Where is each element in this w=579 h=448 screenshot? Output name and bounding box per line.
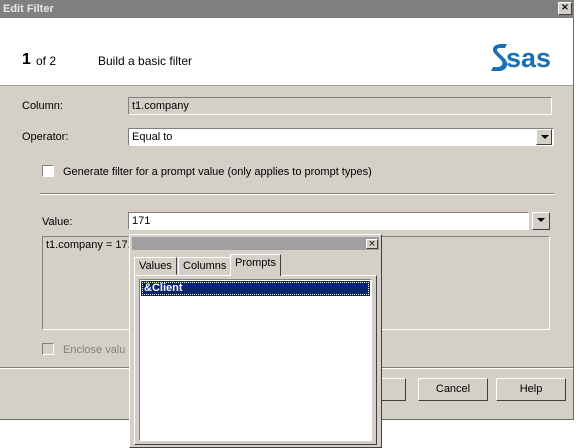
wizard-header: 1 of 2 Build a basic filter sas — [0, 18, 573, 86]
sas-logo: sas — [491, 43, 551, 73]
generate-prompt-checkbox[interactable] — [42, 165, 54, 177]
svg-text:sas: sas — [506, 43, 551, 73]
step-title: Build a basic filter — [98, 54, 193, 68]
enclose-values-label: Enclose valu — [63, 344, 126, 356]
prompts-list[interactable]: &Client — [139, 279, 372, 441]
operator-dropdown-icon[interactable] — [536, 129, 552, 145]
value-input[interactable]: 171 — [128, 212, 529, 230]
close-button[interactable]: × — [558, 2, 572, 15]
operator-label: Operator: — [22, 131, 69, 143]
cancel-button[interactable]: Cancel — [418, 378, 488, 401]
value-picker-popup: × Values Columns Prompts &Client — [129, 234, 382, 448]
help-button[interactable]: Help — [496, 378, 566, 401]
step-of: of 2 — [36, 54, 57, 68]
window-title: Edit Filter — [3, 3, 54, 15]
operator-select[interactable]: Equal to — [128, 128, 554, 146]
tab-prompts[interactable]: Prompts — [230, 254, 281, 276]
column-label: Column: — [22, 100, 63, 112]
value-label: Value: — [42, 216, 73, 228]
enclose-values-checkbox[interactable] — [42, 343, 54, 355]
tab-values[interactable]: Values — [134, 257, 177, 275]
title-bar[interactable]: Edit Filter × — [0, 0, 574, 18]
generate-prompt-label: Generate filter for a prompt value (only… — [63, 166, 372, 178]
operator-value: Equal to — [132, 131, 173, 143]
list-item[interactable]: &Client — [141, 281, 370, 296]
tab-columns[interactable]: Columns — [178, 257, 232, 275]
column-field: t1.company — [128, 97, 552, 115]
step-number: 1 — [22, 51, 31, 68]
prompts-panel: &Client — [134, 275, 377, 445]
popup-close-icon[interactable]: × — [366, 239, 378, 249]
divider — [40, 193, 554, 195]
value-dropdown-icon[interactable] — [532, 212, 550, 230]
filter-expression-text: t1.company = 171 — [46, 239, 134, 251]
popup-title-bar[interactable] — [132, 237, 379, 250]
